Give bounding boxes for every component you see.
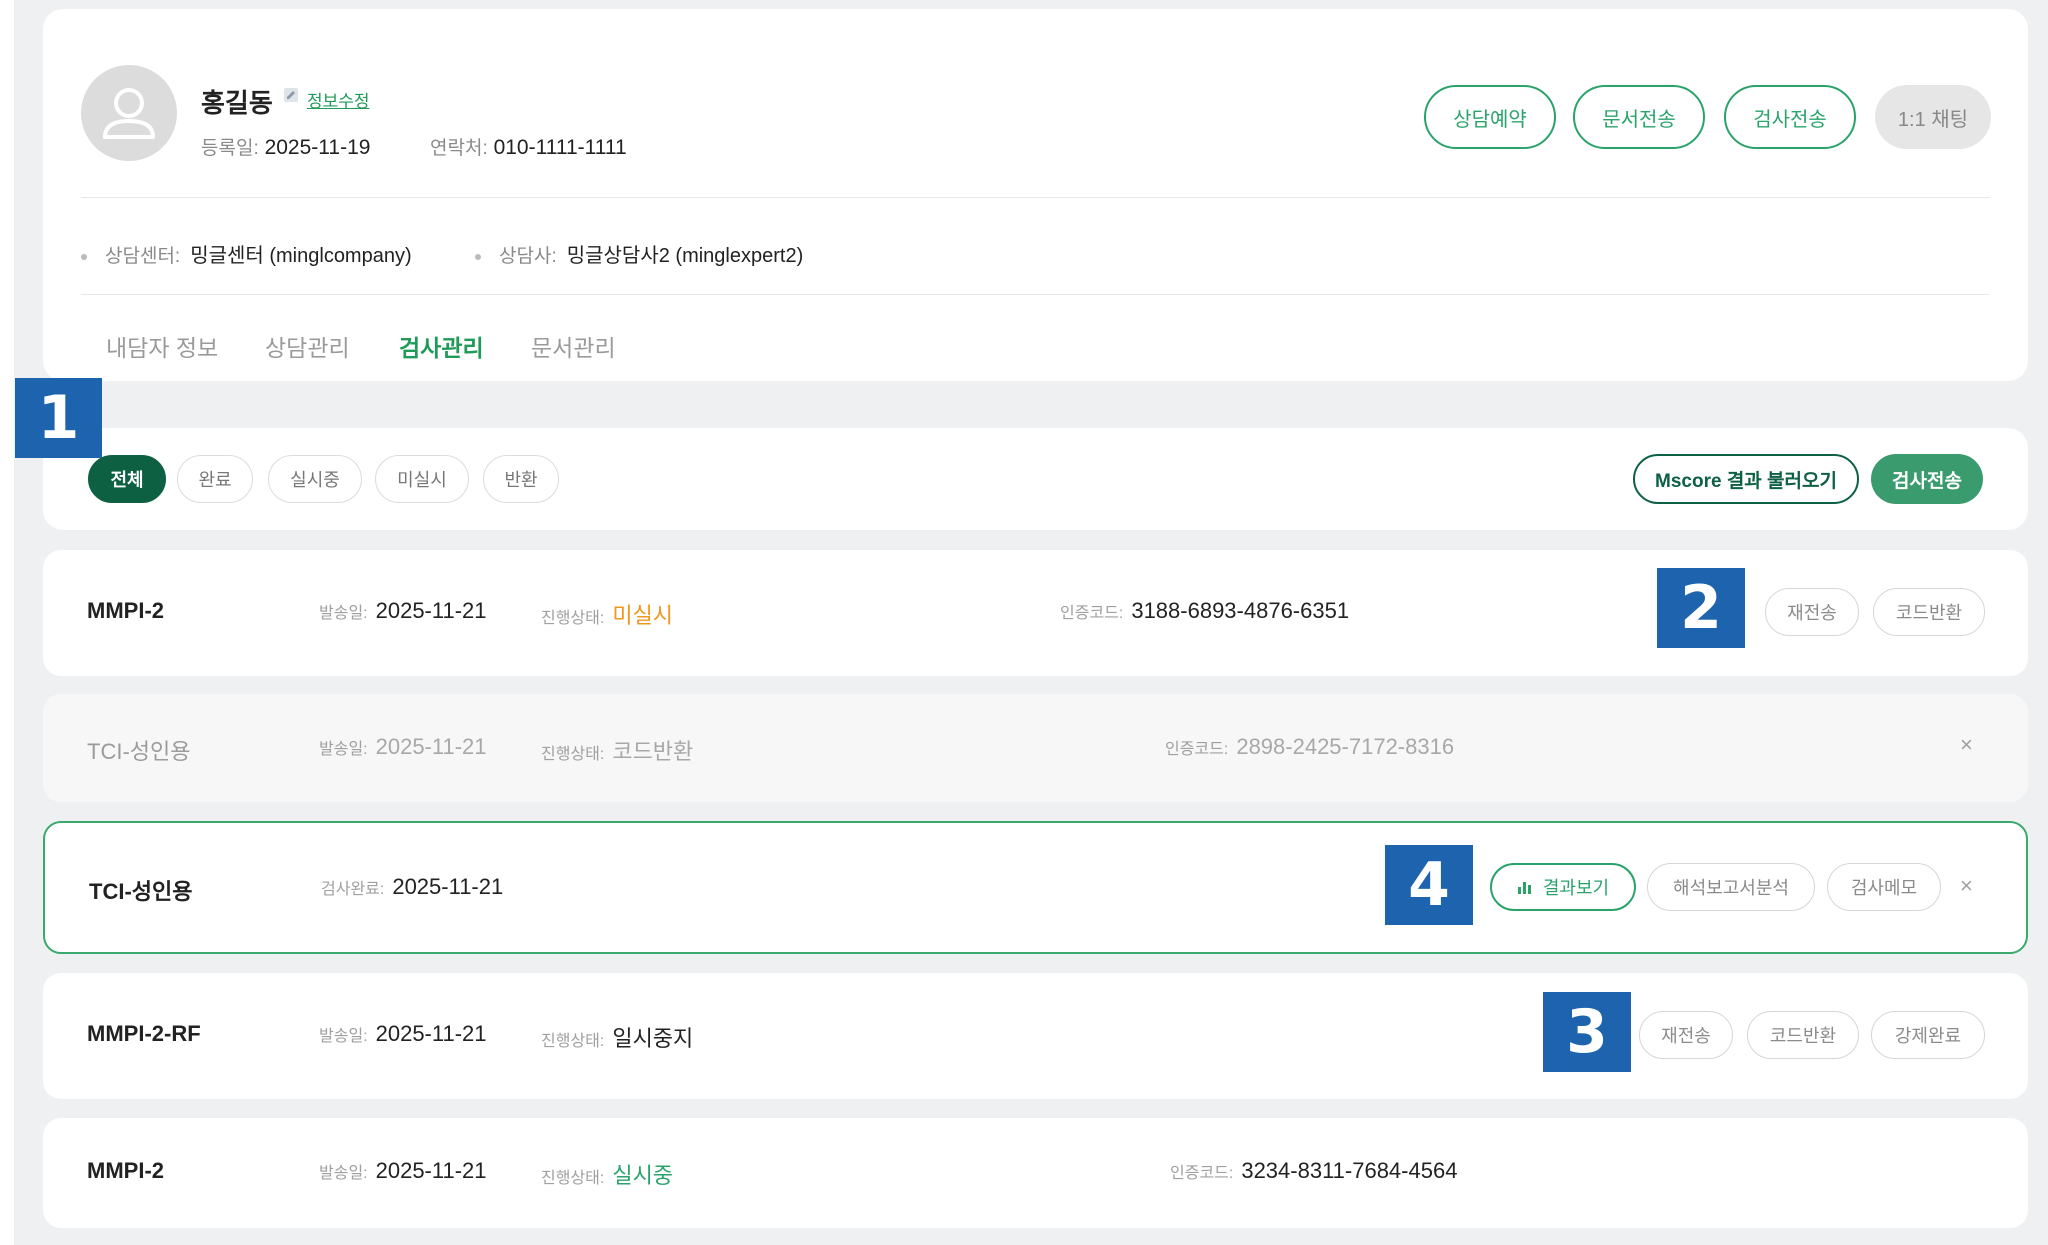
status-label: 진행상태: <box>541 746 605 763</box>
sent-date-label: 발송일: <box>319 741 368 758</box>
return-code-button[interactable]: 코드반환 <box>1873 588 1985 636</box>
auth-code-value: 3188-6893-4876-6351 <box>1131 598 1350 623</box>
sent-date: 발송일: 2025-11-21 <box>319 1021 487 1047</box>
test-name: TCI-성인용 <box>87 739 191 764</box>
counselor-value: 밍글상담사2 (minglexpert2) <box>566 245 804 267</box>
chat-button[interactable]: 1:1 채팅 <box>1875 85 1991 149</box>
sent-date: 발송일: 2025-11-21 <box>319 598 487 624</box>
resend-button[interactable]: 재전송 <box>1765 588 1859 636</box>
test-name: MMPI-2 <box>87 1158 164 1183</box>
close-icon[interactable]: × <box>1960 873 1973 899</box>
completed-date: 검사완료: 2025-11-21 <box>321 874 503 900</box>
status-value: 미실시 <box>612 603 674 628</box>
tab-documents[interactable]: 문서관리 <box>531 329 616 363</box>
filter-in-progress[interactable]: 실시중 <box>268 455 362 503</box>
auth-code: 인증코드: 3234-8311-7684-4564 <box>1170 1158 1457 1184</box>
test-row: MMPI-2 발송일: 2025-11-21 진행상태: 실시중 인증코드: 3234… <box>43 1118 2028 1228</box>
bullet-icon <box>475 253 481 260</box>
annotation-badge-3: 3 <box>1543 992 1631 1072</box>
bar-chart-icon <box>1517 882 1531 894</box>
status-label: 진행상태: <box>541 1170 605 1187</box>
counselor: 상담사: 밍글상담사2 (minglexpert2) <box>475 239 803 268</box>
auth-code-label: 인증코드: <box>1165 741 1229 758</box>
close-icon[interactable]: × <box>1960 732 1973 758</box>
test-row: TCI-성인용 발송일: 2025-11-21 진행상태: 코드반환 인증코드: 28… <box>43 694 2028 802</box>
divider <box>81 197 1990 198</box>
status-label: 진행상태: <box>541 1033 605 1050</box>
test-filter-bar: 전체 완료 실시중 미실시 반환 Mscore 결과 불러오기 검사전송 <box>43 428 2028 530</box>
sent-date: 발송일: 2025-11-21 <box>319 1158 487 1184</box>
interpretation-report-button[interactable]: 해석보고서분석 <box>1647 863 1815 911</box>
send-test-button[interactable]: 검사전송 <box>1724 85 1856 149</box>
auth-code: 인증코드: 2898-2425-7172-8316 <box>1165 734 1454 760</box>
registration-date-label: 등록일: <box>201 138 259 159</box>
center-value: 밍글센터 (minglcompany) <box>190 245 412 267</box>
force-complete-button[interactable]: 강제완료 <box>1871 1011 1985 1059</box>
view-results-label: 결과보기 <box>1542 878 1610 898</box>
filter-completed[interactable]: 완료 <box>177 455 253 503</box>
test-name: MMPI-2-RF <box>87 1021 201 1046</box>
client-profile-card: 홍길동 정보수정 등록일: 2025-11-19 연락처: 010-1111-1… <box>43 9 2028 381</box>
sent-date-label: 발송일: <box>319 605 368 622</box>
bullet-icon <box>81 253 87 260</box>
test-row-selected: TCI-성인용 검사완료: 2025-11-21 결과보기 해석보고서분석 검사메… <box>43 821 2028 954</box>
completed-date-value: 2025-11-21 <box>392 874 504 899</box>
book-consultation-button[interactable]: 상담예약 <box>1424 85 1556 149</box>
annotation-badge-2: 2 <box>1657 568 1745 648</box>
filter-not-started[interactable]: 미실시 <box>375 455 469 503</box>
send-document-button[interactable]: 문서전송 <box>1573 85 1705 149</box>
registration-date: 등록일: 2025-11-19 <box>201 133 370 160</box>
phone-number: 연락처: 010-1111-1111 <box>430 133 627 160</box>
divider <box>81 294 1990 295</box>
load-mscore-button[interactable]: Mscore 결과 불러오기 <box>1633 454 1859 504</box>
progress-status: 진행상태: 실시중 <box>541 1158 673 1190</box>
sent-date: 발송일: 2025-11-21 <box>319 734 487 760</box>
user-icon <box>103 88 155 139</box>
sent-date-value: 2025-11-21 <box>375 1021 487 1046</box>
status-value: 코드반환 <box>612 739 694 764</box>
annotation-badge-1: 1 <box>15 378 102 458</box>
test-name: MMPI-2 <box>87 598 164 623</box>
auth-code-label: 인증코드: <box>1060 605 1124 622</box>
test-name: TCI-성인용 <box>89 879 193 904</box>
edit-info-link[interactable]: 정보수정 <box>307 87 370 112</box>
send-test-button[interactable]: 검사전송 <box>1871 454 1983 504</box>
auth-code-value: 3234-8311-7684-4564 <box>1241 1158 1458 1183</box>
sent-date-label: 발송일: <box>319 1028 368 1045</box>
phone-value: 010-1111-1111 <box>493 136 627 159</box>
test-row: MMPI-2-RF 발송일: 2025-11-21 진행상태: 일시중지 재전송 코… <box>43 973 2028 1099</box>
tab-counseling[interactable]: 상담관리 <box>265 329 350 363</box>
phone-label: 연락처: <box>430 138 488 159</box>
client-name: 홍길동 <box>201 88 273 118</box>
tab-tests[interactable]: 검사관리 <box>399 329 484 363</box>
sent-date-value: 2025-11-21 <box>375 598 487 623</box>
status-label: 진행상태: <box>541 610 605 627</box>
status-value: 일시중지 <box>612 1026 694 1051</box>
auth-code: 인증코드: 3188-6893-4876-6351 <box>1060 598 1349 624</box>
resend-button[interactable]: 재전송 <box>1639 1011 1733 1059</box>
auth-code-value: 2898-2425-7172-8316 <box>1236 734 1455 759</box>
return-code-button[interactable]: 코드반환 <box>1747 1011 1859 1059</box>
center-label: 상담센터: <box>105 246 181 267</box>
filter-all[interactable]: 전체 <box>88 455 166 503</box>
filter-returned[interactable]: 반환 <box>483 455 559 503</box>
completed-date-label: 검사완료: <box>321 881 385 898</box>
annotation-badge-4: 4 <box>1385 845 1473 925</box>
counseling-center: 상담센터: 밍글센터 (minglcompany) <box>81 239 412 268</box>
progress-status: 진행상태: 일시중지 <box>541 1021 693 1053</box>
view-results-button[interactable]: 결과보기 <box>1490 863 1636 911</box>
sent-date-label: 발송일: <box>319 1165 368 1182</box>
sent-date-value: 2025-11-21 <box>375 734 487 759</box>
progress-status: 진행상태: 코드반환 <box>541 734 693 766</box>
sent-date-value: 2025-11-21 <box>375 1158 487 1183</box>
counselor-label: 상담사: <box>499 246 557 267</box>
pencil-icon[interactable] <box>283 87 299 103</box>
auth-code-label: 인증코드: <box>1170 1165 1234 1182</box>
registration-date-value: 2025-11-19 <box>264 136 371 159</box>
status-value: 실시중 <box>612 1163 674 1188</box>
avatar <box>81 65 177 161</box>
progress-status: 진행상태: 미실시 <box>541 598 673 630</box>
tab-client-info[interactable]: 내담자 정보 <box>106 329 218 363</box>
test-memo-button[interactable]: 검사메모 <box>1827 863 1941 911</box>
